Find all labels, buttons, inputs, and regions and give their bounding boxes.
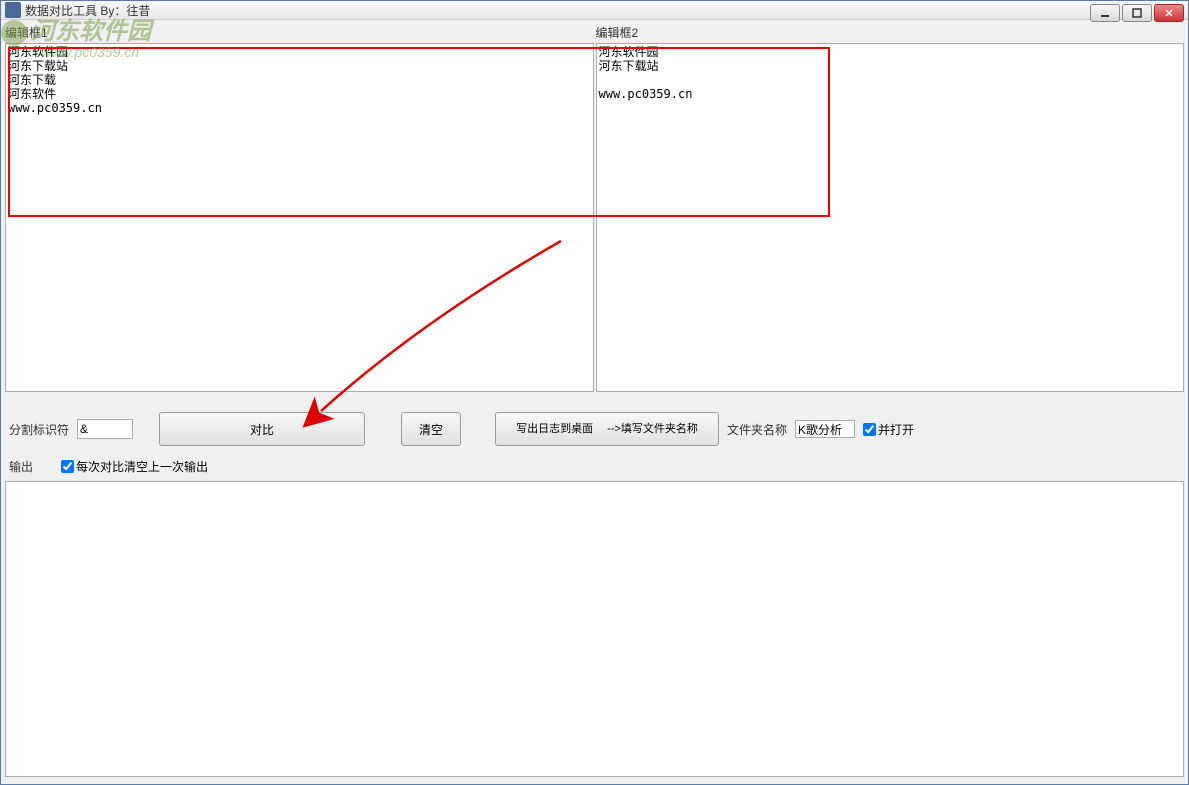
folder-input[interactable]: [795, 420, 855, 438]
close-icon: [1164, 8, 1174, 18]
compare-button[interactable]: 对比: [159, 412, 365, 446]
output-textarea[interactable]: [5, 481, 1184, 777]
app-icon: [5, 2, 21, 18]
output-area: [5, 481, 1184, 780]
editor2-label: 编辑框2: [596, 22, 1185, 43]
delimiter-label: 分割标识符: [9, 421, 69, 438]
clear-output-checkbox-label: 每次对比清空上一次输出: [76, 458, 208, 475]
maximize-icon: [1132, 8, 1142, 18]
content-area: 编辑框1 编辑框2 分割标识符 对比 清空 写出日志到桌面 -->填写文件夹名称…: [1, 20, 1188, 784]
minimize-icon: [1100, 8, 1110, 18]
output-label: 输出: [9, 458, 33, 475]
clear-button[interactable]: 清空: [401, 412, 461, 446]
open-checkbox-label: 并打开: [878, 421, 914, 438]
clear-output-checkbox[interactable]: [61, 460, 74, 473]
write-log-button[interactable]: 写出日志到桌面 -->填写文件夹名称: [495, 412, 719, 446]
output-row: 输出 每次对比清空上一次输出: [5, 454, 1184, 479]
controls-row: 分割标识符 对比 清空 写出日志到桌面 -->填写文件夹名称 文件夹名称 并打开: [5, 392, 1184, 454]
editors-row: 编辑框1 编辑框2: [5, 22, 1184, 392]
open-checkbox-wrap[interactable]: 并打开: [863, 421, 914, 438]
clear-output-checkbox-wrap[interactable]: 每次对比清空上一次输出: [61, 458, 208, 475]
editor2-textarea[interactable]: [596, 43, 1185, 392]
editor-group-2: 编辑框2: [596, 22, 1185, 392]
delimiter-input[interactable]: [77, 419, 133, 439]
app-window: 数据对比工具 By：往昔 编辑框1 编辑框2: [0, 0, 1189, 785]
editor-group-1: 编辑框1: [5, 22, 594, 392]
titlebar[interactable]: 数据对比工具 By：往昔: [1, 1, 1188, 20]
folder-label: 文件夹名称: [727, 421, 787, 438]
open-checkbox[interactable]: [863, 423, 876, 436]
editor1-label: 编辑框1: [5, 22, 594, 43]
editor1-textarea[interactable]: [5, 43, 594, 392]
window-title: 数据对比工具 By：往昔: [25, 2, 150, 19]
